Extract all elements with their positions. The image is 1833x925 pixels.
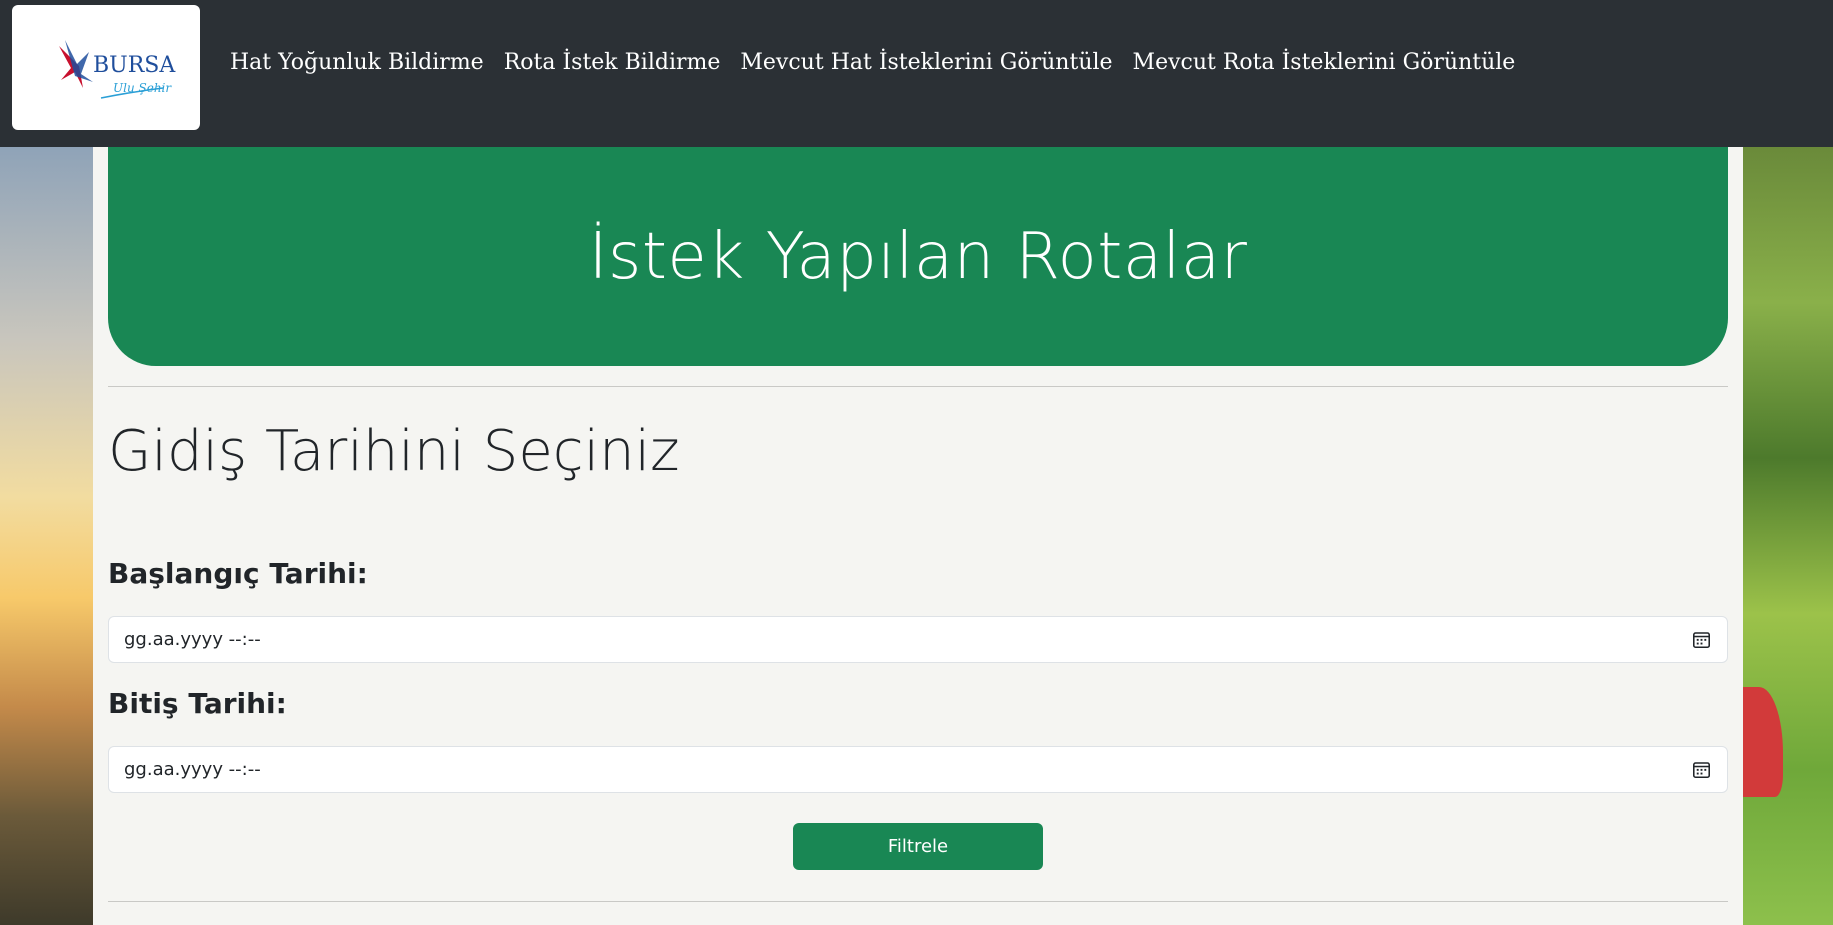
nav-hat-yogunluk[interactable]: Hat Yoğunluk Bildirme <box>230 50 484 75</box>
calendar-icon[interactable] <box>1692 630 1711 649</box>
start-date-label: Başlangıç Tarihi: <box>108 557 368 590</box>
start-date-input[interactable]: gg.aa.yyyy --:-- <box>108 616 1728 663</box>
nav-links: Hat Yoğunluk Bildirme Rota İstek Bildirm… <box>230 50 1535 75</box>
background-photo-right <box>1743 147 1833 925</box>
svg-text:Ulu Şehir: Ulu Şehir <box>113 81 172 95</box>
main-content: İstek Yapılan Rotalar Gidiş Tarihini Seç… <box>93 147 1743 925</box>
hero-banner: İstek Yapılan Rotalar <box>108 147 1728 366</box>
svg-text:BURSA: BURSA <box>93 53 176 78</box>
page-title: İstek Yapılan Rotalar <box>588 219 1248 294</box>
bursa-logo-icon: BURSA Ulu Şehir <box>59 39 176 99</box>
start-date-placeholder: gg.aa.yyyy --:-- <box>124 629 261 650</box>
end-date-input[interactable]: gg.aa.yyyy --:-- <box>108 746 1728 793</box>
end-date-placeholder: gg.aa.yyyy --:-- <box>124 759 261 780</box>
divider <box>108 386 1728 387</box>
top-navbar: BURSA Ulu Şehir Hat Yoğunluk Bildirme Ro… <box>0 0 1833 147</box>
end-date-label: Bitiş Tarihi: <box>108 687 287 720</box>
background-photo-left <box>0 147 93 925</box>
umbrella-decoration <box>1743 687 1783 797</box>
nav-mevcut-hat[interactable]: Mevcut Hat İsteklerini Görüntüle <box>740 50 1112 75</box>
nav-mevcut-rota[interactable]: Mevcut Rota İsteklerini Görüntüle <box>1133 50 1516 75</box>
section-title: Gidiş Tarihini Seçiniz <box>108 419 680 484</box>
brand-logo[interactable]: BURSA Ulu Şehir <box>12 5 200 130</box>
calendar-icon[interactable] <box>1692 760 1711 779</box>
nav-rota-istek[interactable]: Rota İstek Bildirme <box>504 50 721 75</box>
divider <box>108 901 1728 902</box>
filter-button[interactable]: Filtrele <box>793 823 1043 870</box>
